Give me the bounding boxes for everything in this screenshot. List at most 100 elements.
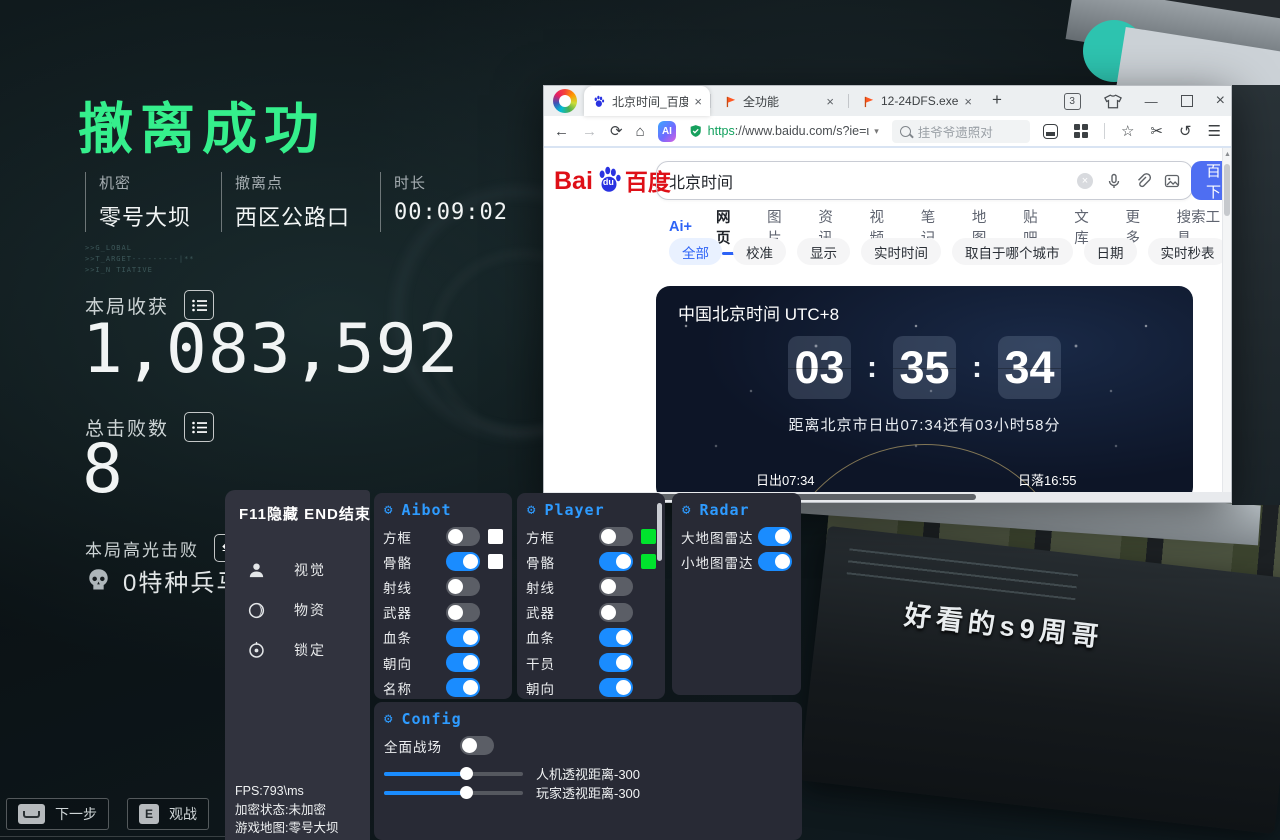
hud-bottom-divider [0,836,225,837]
toggle[interactable] [446,552,480,571]
browser-logo-icon[interactable] [553,89,577,113]
bot-distance-slider[interactable] [384,772,523,776]
config-header: ⚙ Config [374,702,802,732]
toggle[interactable] [599,603,633,622]
image-search-icon[interactable] [1164,173,1180,189]
toggle[interactable] [599,628,633,647]
tab-beijing-time[interactable]: 北京时间_百度搜 × [584,86,710,116]
nav-ai[interactable]: Ai+ [669,219,692,235]
gear-icon: ⚙ [682,502,691,518]
back-icon[interactable]: ← [554,123,569,140]
panel-scrollbar[interactable] [657,503,662,561]
deco-line: >>T_ARGET---------|** [85,254,195,265]
tab-close-icon[interactable]: × [964,94,972,109]
color-swatch[interactable] [488,554,503,569]
toggle[interactable] [446,628,480,647]
voice-mic-icon[interactable] [1106,173,1122,189]
toggle-label: 小地图雷达 [681,552,758,572]
color-swatch[interactable] [641,554,656,569]
menu-icon[interactable]: ☰ [1208,122,1221,140]
filter-chip[interactable]: 日期 [1084,238,1137,265]
toggle[interactable] [599,577,633,596]
menu-item-aim-lock[interactable]: 锁定 [225,630,370,670]
address-bar[interactable]: https://www.baidu.com/s?ie=ι ▾ [689,124,879,138]
filter-chip[interactable]: 校准 [733,238,786,265]
toggle-row: 方框 [383,524,503,549]
toggle[interactable] [599,527,633,546]
home-icon[interactable]: ⌂ [636,123,645,140]
url-caret-icon[interactable]: ▾ [874,126,879,137]
config-sliders: 人机透视距离-300 玩家透视距离-300 [374,759,802,802]
toggle[interactable] [446,577,480,596]
reader-mode-icon[interactable] [1043,124,1058,139]
clear-input-icon[interactable]: × [1077,173,1093,189]
ai-assistant-icon[interactable]: AI [658,121,677,142]
sunrise-countdown-note: 距离北京市日出07:34还有03小时58分 [656,414,1193,435]
filter-chip[interactable]: 取自于哪个城市 [952,238,1073,265]
player-panel: ⚙ Player 方框 骨骼 射线 武器 [517,493,665,699]
forward-icon[interactable]: → [582,123,597,140]
color-swatch[interactable] [641,529,656,544]
next-step-button[interactable]: 下一步 [6,798,109,830]
deco-line: >>G_LOBAL [85,243,195,254]
tab-count-badge[interactable]: 3 [1064,93,1081,110]
scrollbar-up-arrow[interactable]: ▲ [1224,151,1231,158]
toggle[interactable] [599,678,633,697]
toggle[interactable] [460,736,494,755]
tab-close-icon[interactable]: × [694,94,702,109]
favorites-star-icon[interactable]: ☆ [1121,122,1134,140]
toggle[interactable] [758,552,792,571]
slider-knob[interactable] [460,767,473,780]
toggle[interactable] [446,653,480,672]
toolbar-search-box[interactable]: 挂爷爷遗照对 [892,120,1030,143]
toggle-row: 干员 [526,650,656,675]
player-header: ⚙ Player [517,493,665,523]
slider-row: 人机透视距离-300 [384,764,792,783]
config-panel: ⚙ Config 全面战场 人机透视距离-300 玩家透视距离-300 [374,702,802,840]
history-undo-icon[interactable]: ↺ [1179,122,1192,140]
toggle[interactable] [446,603,480,622]
color-swatch[interactable] [488,529,503,544]
new-tab-button[interactable]: + [992,90,1002,110]
spectate-button[interactable]: E 观战 [127,798,209,830]
baidu-search-input[interactable]: 北京时间 × [656,161,1193,200]
clock-colon: : [867,351,877,385]
tab-close-icon[interactable]: × [826,94,834,109]
baidu-logo[interactable]: Bai du 百度 [554,162,671,194]
tab-dfs-exe[interactable]: 12-24DFS.exe - × [854,86,980,116]
slider-knob[interactable] [460,786,473,799]
divider [1104,123,1105,139]
tab-all-features[interactable]: 全功能 × [716,86,842,116]
beijing-time-widget: 中国北京时间 UTC+8 03 : 35 : 34 距离北京市日出07:34还有… [656,286,1193,492]
toggle[interactable] [758,527,792,546]
toggle[interactable] [599,653,633,672]
minimize-button[interactable]: — [1145,94,1158,109]
menu-item-loot[interactable]: 物资 [225,590,370,630]
attachment-clip-icon[interactable] [1135,173,1151,189]
player-distance-slider[interactable] [384,791,523,795]
evac-stats: 机密 零号大坝 撤离点 西区公路口 时长 00:09:02 [85,172,538,232]
swatch-spacer [488,630,503,645]
reload-icon[interactable]: ⟳ [610,122,623,140]
spectate-label: 观战 [169,804,197,824]
toggle[interactable] [446,678,480,697]
filter-chip-all[interactable]: 全部 [669,238,722,265]
close-button[interactable]: × [1216,92,1225,110]
filter-chip[interactable]: 实时时间 [861,238,941,265]
menu-item-visual[interactable]: 视觉 [225,550,370,590]
gear-icon: ⚙ [527,502,536,518]
toggle[interactable] [446,527,480,546]
screenshot-scissors-icon[interactable]: ✂ [1150,122,1163,140]
skin-shirt-icon[interactable] [1104,94,1122,109]
apps-grid-icon[interactable] [1074,124,1088,138]
maximize-button[interactable] [1181,95,1193,107]
player-rows: 方框 骨骼 射线 武器 血条 [517,523,665,701]
browser-tab-strip: 北京时间_百度搜 × 全功能 × 12-24DFS.exe - × + [544,86,1231,116]
filter-chip[interactable]: 显示 [797,238,850,265]
kills-list-icon[interactable] [184,412,214,442]
swatch-spacer [488,579,503,594]
page-vertical-scrollbar[interactable]: ▲ [1222,148,1231,492]
toggle[interactable] [599,552,633,571]
filter-chip[interactable]: 实时秒表 [1148,238,1228,265]
scrollbar-thumb[interactable] [1224,164,1230,216]
